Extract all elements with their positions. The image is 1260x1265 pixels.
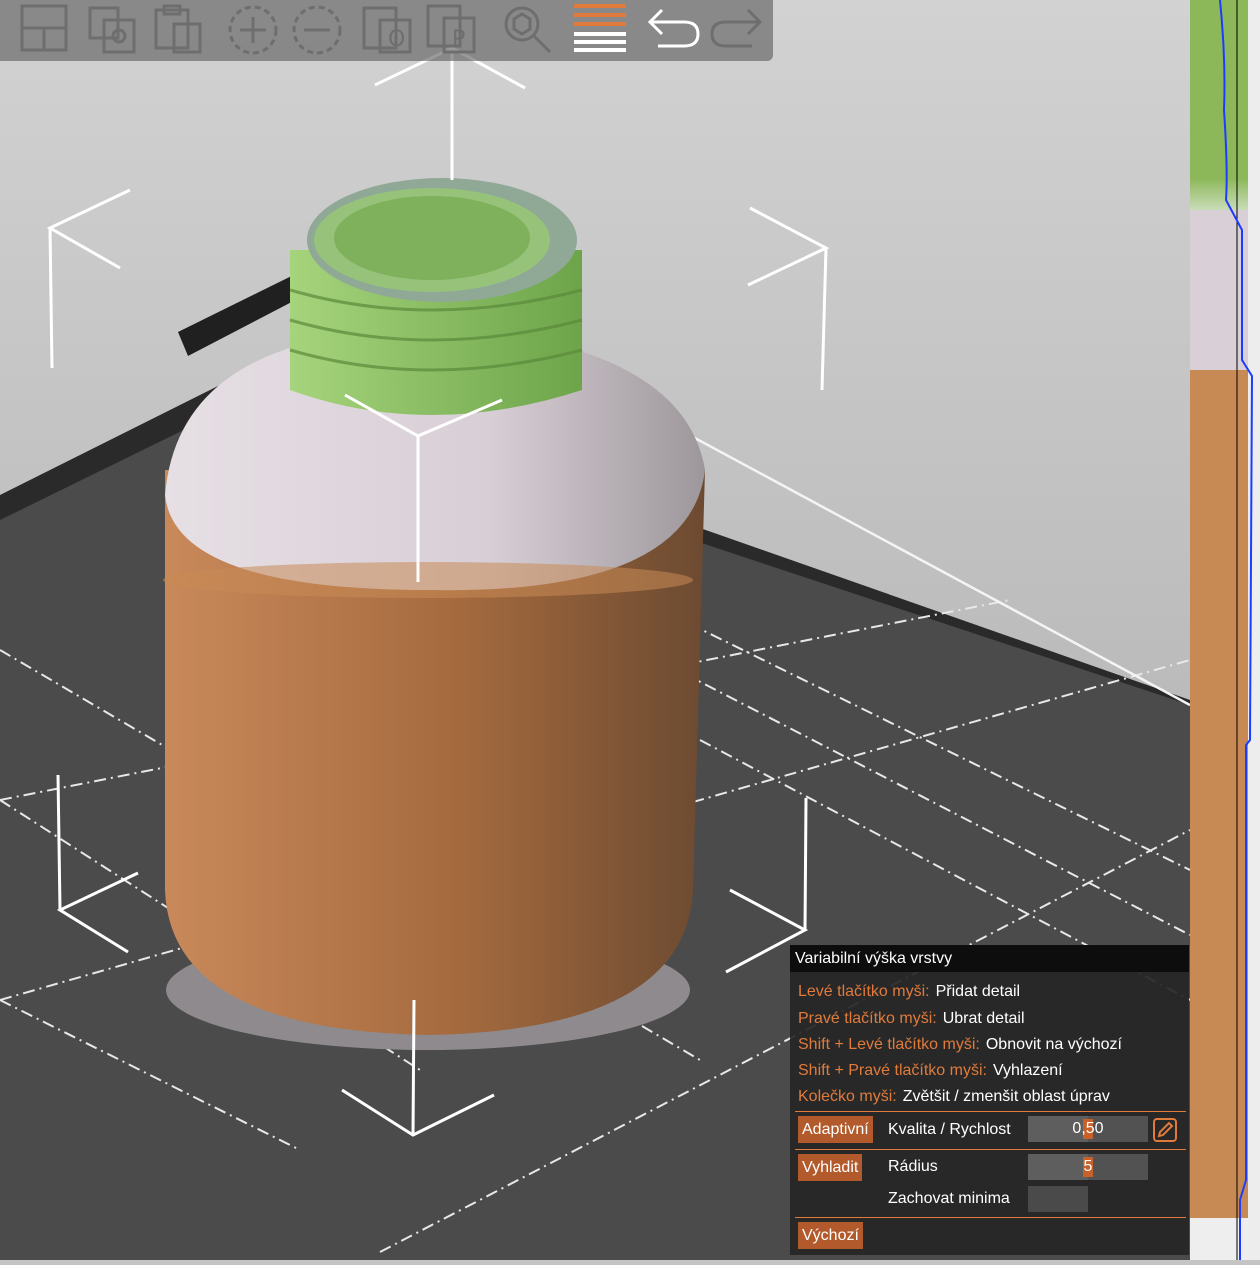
hint-row: Shift + Levé tlačítko myši: Obnovit na vý… (798, 1034, 1122, 1056)
undo-icon[interactable] (644, 2, 702, 58)
hint-action: Přidat detail (935, 983, 1021, 1000)
hint-key: Shift + Levé tlačítko myši: (798, 1036, 980, 1053)
variable-layer-height-panel: Variabilní výška vrstvy Levé tlačítko my… (790, 945, 1189, 1255)
panel-divider (795, 1217, 1186, 1218)
hint-key: Pravé tlačítko myši: (798, 1010, 937, 1027)
variable-layer-height-icon[interactable] (570, 2, 628, 58)
panel-title: Variabilní výška vrstvy (790, 945, 1189, 972)
profile-segment-bottom (1190, 370, 1248, 1220)
arrange-icon[interactable] (14, 2, 72, 58)
panel-divider (795, 1149, 1186, 1150)
paste-icon[interactable] (150, 2, 208, 58)
hint-key: Kolečko myši: (798, 1088, 897, 1105)
default-button[interactable]: Výchozí (798, 1222, 863, 1249)
radius-value: 5 (1083, 1158, 1093, 1175)
smooth-button[interactable]: Vyhladit (798, 1154, 863, 1181)
redo-icon[interactable] (708, 2, 766, 58)
hint-action: Vyhlazení (992, 1062, 1063, 1079)
keep-min-label: Zachovat minima (888, 1190, 1010, 1207)
split-to-parts-icon[interactable]: P (424, 2, 482, 58)
hint-key: Shift + Pravé tlačítko myši: (798, 1062, 987, 1079)
profile-segment-middle (1190, 210, 1248, 370)
hint-action: Zvětšit / zmenšit oblast úprav (902, 1088, 1110, 1105)
split-to-objects-icon[interactable]: O (360, 2, 418, 58)
quality-slider[interactable]: 0,50 (1028, 1116, 1148, 1142)
main-toolbar: O P (0, 0, 773, 61)
remove-instance-icon[interactable] (288, 2, 346, 58)
hint-row: Pravé tlačítko myši: Ubrat detail (798, 1008, 1025, 1030)
panel-divider (795, 1111, 1186, 1112)
add-instance-icon[interactable] (224, 2, 282, 58)
hint-row: Levé tlačítko myši: Přidat detail (798, 981, 1020, 1003)
hint-key: Levé tlačítko myši: (798, 983, 930, 1000)
hint-action: Ubrat detail (942, 1010, 1025, 1027)
quality-label: Kvalita / Rychlost (888, 1121, 1011, 1138)
copy-icon[interactable] (86, 2, 144, 58)
quality-value: 0,50 (1072, 1120, 1104, 1137)
profile-segment-top (1190, 0, 1248, 210)
hint-row: Kolečko myši: Zvětšit / zmenšit oblast úp… (798, 1086, 1110, 1108)
keep-min-checkbox[interactable] (1028, 1186, 1088, 1212)
radius-label: Rádius (888, 1158, 938, 1175)
adaptive-button[interactable]: Adaptivní (798, 1116, 873, 1143)
svg-text:P: P (452, 27, 465, 52)
hint-row: Shift + Pravé tlačítko myši: Vyhlazení (798, 1060, 1063, 1082)
layer-height-profile[interactable] (1190, 0, 1260, 1260)
hint-action: Obnovit na výchozí (985, 1036, 1122, 1053)
radius-slider[interactable]: 5 (1028, 1154, 1148, 1180)
search-icon[interactable] (496, 2, 554, 58)
svg-text:O: O (388, 27, 405, 52)
edit-pencil-icon[interactable] (1153, 1118, 1177, 1142)
